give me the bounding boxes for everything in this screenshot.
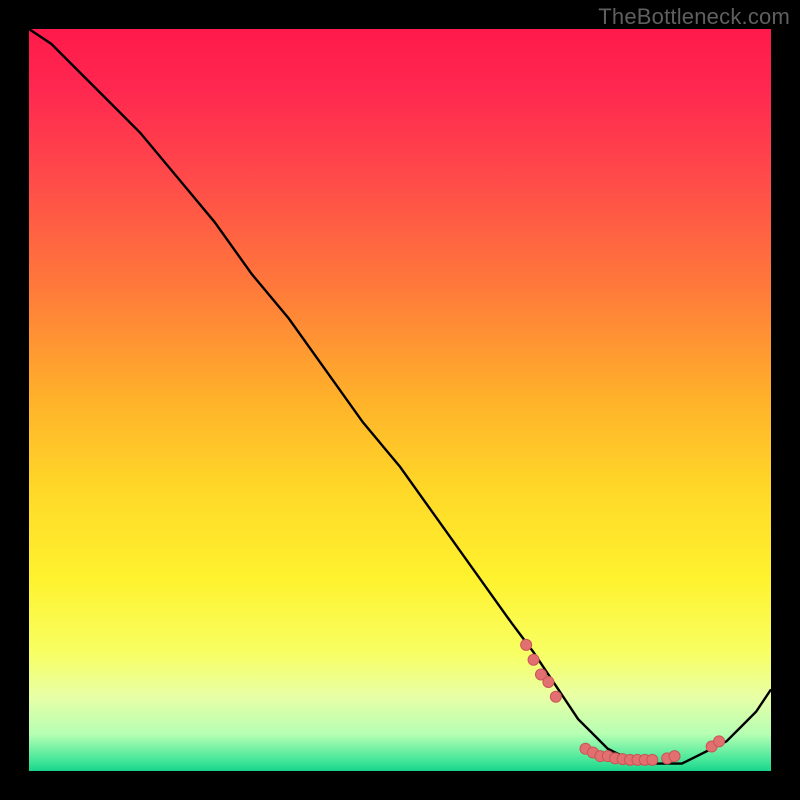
chart-plot-area (29, 29, 771, 771)
curve-marker-dot (647, 754, 658, 765)
curve-marker-dot (714, 736, 725, 747)
chart-frame: TheBottleneck.com (0, 0, 800, 800)
watermark-text: TheBottleneck.com (598, 4, 790, 30)
curve-marker-dot (521, 639, 532, 650)
curve-marker-dot (669, 751, 680, 762)
curve-marker-dot (550, 691, 561, 702)
chart-svg (29, 29, 771, 771)
chart-background (29, 29, 771, 771)
curve-marker-dot (528, 654, 539, 665)
curve-marker-dot (543, 676, 554, 687)
